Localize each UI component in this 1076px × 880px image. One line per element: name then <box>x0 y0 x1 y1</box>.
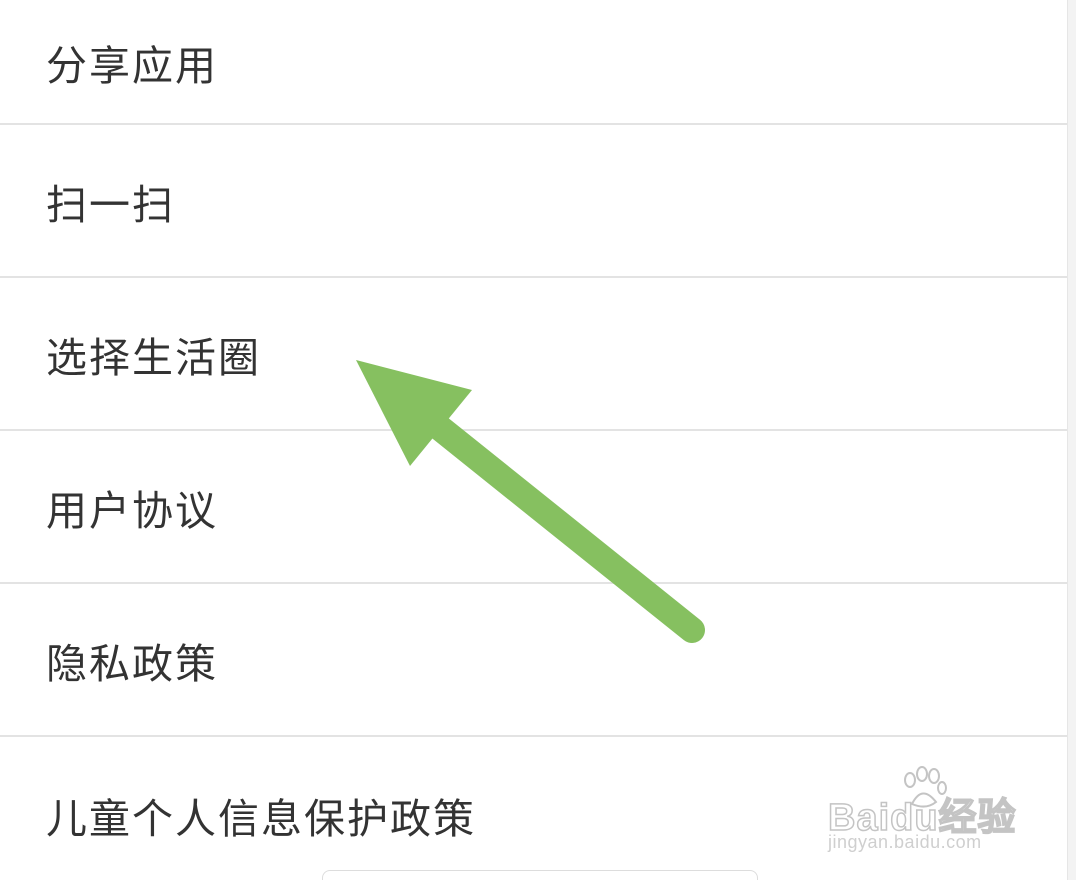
menu-item-privacy-policy[interactable]: 隐私政策 <box>0 584 1068 737</box>
menu-item-label: 分享应用 <box>46 41 218 90</box>
settings-menu-list: 分享应用 扫一扫 选择生活圈 用户协议 隐私政策 儿童个人信息保护政策 <box>0 0 1068 880</box>
menu-item-label: 儿童个人信息保护政策 <box>46 795 476 843</box>
baidu-jingyan-watermark: Baidu经验 jingyan.baidu.com <box>827 766 1028 861</box>
settings-screen: 分享应用 扫一扫 选择生活圈 用户协议 隐私政策 儿童个人信息保护政策 Baid… <box>0 0 1076 880</box>
menu-item-share-app[interactable]: 分享应用 <box>0 0 1068 125</box>
menu-item-label: 用户协议 <box>46 486 218 535</box>
menu-item-choose-life-circle[interactable]: 选择生活圈 <box>0 278 1068 431</box>
scrollbar-track <box>1067 0 1076 880</box>
menu-item-label: 隐私政策 <box>46 639 218 688</box>
menu-item-label: 选择生活圈 <box>46 333 261 382</box>
menu-item-label: 扫一扫 <box>46 180 175 229</box>
menu-item-user-agreement[interactable]: 用户协议 <box>0 431 1068 584</box>
menu-item-scan[interactable]: 扫一扫 <box>0 125 1068 278</box>
bottom-button-edge <box>322 870 758 880</box>
watermark-url: jingyan.baidu.com <box>828 832 982 852</box>
